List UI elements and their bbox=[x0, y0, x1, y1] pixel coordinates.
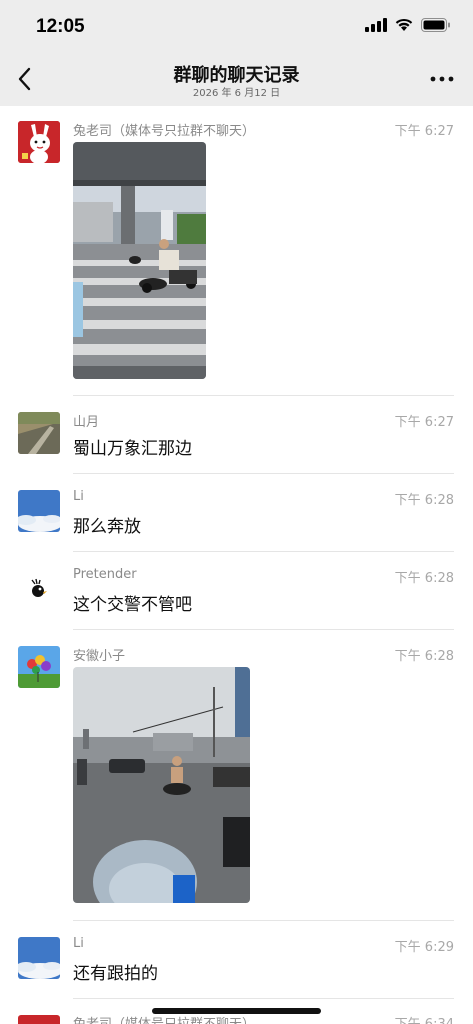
sender-name: Li bbox=[73, 936, 84, 951]
message-time: 下午 6:29 bbox=[394, 940, 454, 955]
message-item[interactable]: Pretender 下午 6:28 这个交警不管吧 bbox=[0, 552, 473, 629]
message-text: 蜀山万象汇那边 bbox=[73, 439, 192, 459]
message-time: 下午 6:28 bbox=[394, 571, 454, 586]
sky-avatar-icon bbox=[18, 937, 60, 979]
sender-name: 山月 bbox=[73, 415, 100, 430]
message-time: 下午 6:27 bbox=[394, 415, 454, 430]
message-text: 还有跟拍的 bbox=[73, 964, 158, 984]
wifi-icon bbox=[395, 18, 413, 31]
battery-icon bbox=[421, 18, 450, 32]
status-time: 12:05 bbox=[36, 16, 85, 37]
message-time: 下午 6:27 bbox=[394, 124, 454, 139]
message-item[interactable]: 兔老司（媒体号只拉群不聊天） 下午 6:27 bbox=[0, 106, 473, 396]
sender-name: Pretender bbox=[73, 567, 137, 582]
message-item[interactable]: 山月 下午 6:27 蜀山万象汇那边 bbox=[0, 396, 473, 473]
message-item[interactable]: Li 下午 6:29 还有跟拍的 bbox=[0, 921, 473, 998]
message-time: 下午 6:28 bbox=[394, 649, 454, 664]
page-subtitle: 2026 年 6 月12 日 bbox=[192, 88, 281, 99]
status-icons bbox=[365, 18, 451, 32]
avatar[interactable] bbox=[18, 490, 60, 532]
more-icon[interactable] bbox=[429, 72, 455, 86]
message-photo[interactable] bbox=[73, 142, 206, 379]
status-bar: 12:05 bbox=[0, 0, 473, 52]
intersection-scene-image bbox=[73, 667, 250, 903]
message-photo[interactable] bbox=[73, 667, 250, 903]
avatar[interactable] bbox=[18, 937, 60, 979]
avatar[interactable] bbox=[18, 1015, 60, 1024]
home-indicator bbox=[152, 1008, 321, 1014]
avatar[interactable] bbox=[18, 121, 60, 163]
avatar[interactable] bbox=[18, 412, 60, 454]
signal-icon bbox=[365, 18, 387, 32]
rabbit-avatar-icon bbox=[18, 121, 60, 163]
bird-avatar-icon bbox=[18, 568, 60, 610]
message-time: 下午 6:28 bbox=[394, 493, 454, 508]
sender-name: Li bbox=[73, 489, 84, 504]
sky-avatar-icon bbox=[18, 490, 60, 532]
avatar[interactable] bbox=[18, 646, 60, 688]
street-scene-image bbox=[73, 142, 206, 379]
sender-name: 兔老司（媒体号只拉群不聊天） bbox=[73, 124, 256, 139]
sender-name: 兔老司（媒体号只拉群不聊天） bbox=[73, 1013, 255, 1024]
avatar[interactable] bbox=[18, 568, 60, 610]
message-item[interactable]: 安徽小子 下午 6:28 bbox=[0, 630, 473, 920]
message-item[interactable]: Li 下午 6:28 那么奔放 bbox=[0, 474, 473, 551]
landscape-avatar-icon bbox=[18, 412, 60, 454]
balloons-avatar-icon bbox=[18, 646, 60, 688]
message-text: 这个交警不管吧 bbox=[73, 595, 192, 615]
sender-name: 安徽小子 bbox=[73, 649, 126, 664]
nav-bar: 群聊的聊天记录 2026 年 6 月12 日 bbox=[0, 52, 473, 106]
message-text: 那么奔放 bbox=[73, 517, 141, 537]
message-time: 下午 6:34 bbox=[395, 1013, 454, 1024]
